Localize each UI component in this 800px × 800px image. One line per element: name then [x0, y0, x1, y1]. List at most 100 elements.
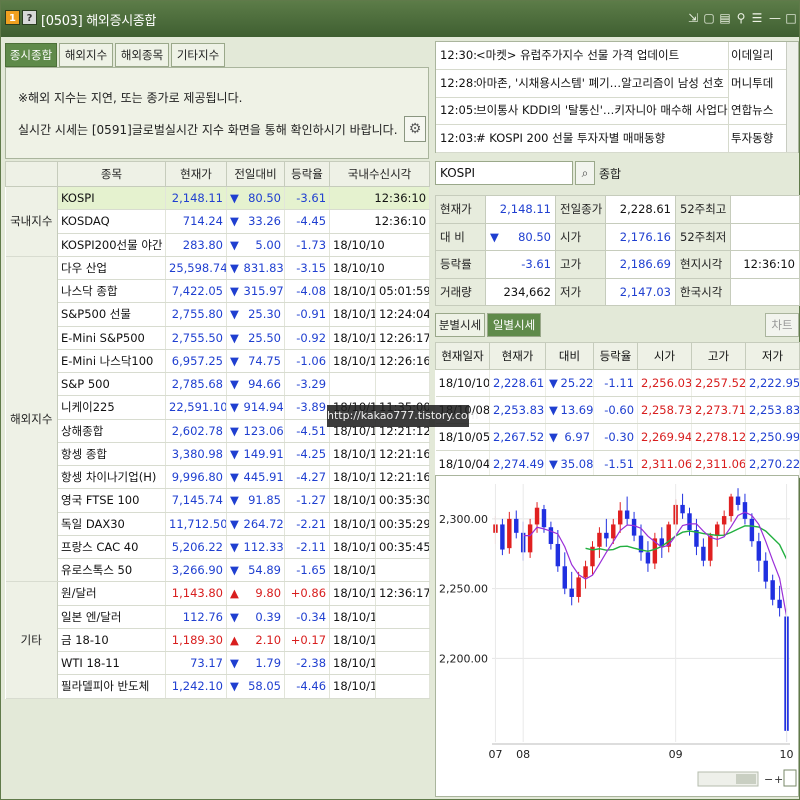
header-rate[interactable]: 등락율	[284, 161, 331, 187]
copy-icon[interactable]: ▢	[701, 10, 717, 26]
news-source: 이데일리	[728, 42, 788, 69]
news-time: 12:30:	[440, 48, 478, 62]
chart-expand-icon[interactable]	[783, 769, 797, 787]
cell-date: 18/10/10	[329, 628, 377, 653]
table-row[interactable]: 유로스톡스 503,266.90▼54.89-1.6518/10/10	[6, 558, 431, 583]
cell-name: 항셍 종합	[57, 442, 166, 467]
daily-header-low[interactable]: 저가	[745, 342, 800, 370]
table-row[interactable]: KOSDAQ 714.24 ▼ 33.26 -4.45 12:36:10	[6, 209, 431, 234]
daily-header-high[interactable]: 고가	[691, 342, 747, 370]
news-item[interactable]: 12:28: 아마존, '시채용시스템' 폐기…알고리즘이 남성 선호 머니투데	[436, 69, 798, 98]
tab-overview[interactable]: 종시종합	[5, 43, 57, 67]
cell-price: 3,380.98	[165, 442, 227, 467]
table-row[interactable]: E-Mini 나스닥1006,957.25▼74.75-1.0618/10/11…	[6, 349, 431, 374]
table-row[interactable]: 기타원/달러1,143.80▲9.80+0.8618/10/1112:36:17	[5, 581, 431, 699]
cell-name: 일본 엔/달러	[57, 605, 166, 629]
daily-row[interactable]: 18/10/04 2,274.49 ▼ 35.08 -1.51 2,311.06 2,311…	[435, 450, 800, 478]
news-item[interactable]: 12:05: 브이통사 KDDI의 '탈통신'…키자니아 매수해 사업다각 연합뉴스	[436, 97, 798, 125]
table-row[interactable]: E-Mini S&P5002,755.50▼25.50-0.9218/10/11…	[6, 326, 431, 350]
arrow-icon: ▲	[226, 628, 241, 653]
cell-name: 상해종합	[57, 419, 166, 443]
cell-time	[375, 605, 431, 629]
header-price[interactable]: 현재가	[165, 161, 227, 187]
quote-value: 2,176.16	[605, 222, 676, 251]
table-row[interactable]: 해외지수 다우 산업 25,598.74 ▼ 831.83 -3.15 18/10/10	[5, 256, 431, 583]
zoom-out-icon[interactable]: −	[764, 773, 773, 786]
daily-row[interactable]: 18/10/05 2,267.52 ▼ 6.97 -0.30 2,269.94 2,278.…	[435, 423, 800, 451]
candle-body	[701, 546, 706, 561]
table-row[interactable]: 항셍 차이나기업(H)9,996.80▼445.91-4.2718/10/111…	[6, 465, 431, 490]
daily-header-change[interactable]: 대비	[544, 342, 595, 370]
cell-date: 18/10/11	[329, 302, 377, 327]
candlestick-chart[interactable]: 2,300.00 2,250.00 2,200.00 07 08 09 10− +	[435, 475, 799, 797]
tab-other-index[interactable]: 기타지수	[171, 43, 225, 67]
maximize-icon[interactable]: □	[783, 10, 799, 26]
table-row[interactable]: 나스닥 종합7,422.05▼315.97-4.0818/10/1105:01:…	[6, 279, 431, 304]
news-source: 투자동향	[728, 124, 788, 152]
market-table: 종목 현재가 전일대비 등락율 국내수신시각 국내지수 KOSPI 2,148.11…	[5, 161, 431, 699]
table-row[interactable]: 독일 DAX3011,712.50▼264.72-2.2118/10/1100:…	[6, 512, 431, 536]
daily-header-date[interactable]: 현재일자	[435, 342, 490, 370]
header-time[interactable]: 국내수신시각	[329, 161, 431, 187]
help-icon[interactable]: ?	[22, 10, 37, 25]
table-row[interactable]: KOSPI200선물 야간 283.80 ▼ 5.00 -1.73 18/10/10	[6, 233, 431, 257]
daily-change: 35.08	[557, 450, 595, 478]
cell-time: 18/10/10	[329, 233, 431, 257]
news-item[interactable]: 12:30: <마켓> 유럽주가지수 선물 가격 업데이트 이데일리	[436, 42, 798, 70]
table-row[interactable]: 필라델피아 반도체1,242.10▼58.05-4.4618/10/10	[6, 674, 431, 699]
news-item[interactable]: 12:03: # KOSPI 200 선물 투자자별 매매동향 투자동향	[436, 124, 798, 153]
candle-body	[728, 496, 734, 517]
candle-body	[617, 510, 623, 525]
daily-header-price[interactable]: 현재가	[489, 342, 546, 370]
tab-foreign-stock[interactable]: 해외종목	[115, 43, 169, 67]
symbol-input[interactable]: KOSPI	[435, 161, 573, 185]
table-row[interactable]: 영국 FTSE 1007,145.74▼91.85-1.2718/10/1100…	[6, 488, 431, 513]
gear-icon[interactable]: ⚙	[404, 116, 426, 142]
table-row[interactable]: 금 18-101,189.30▲2.10+0.1718/10/10	[6, 628, 431, 653]
zoom-in-icon[interactable]: +	[774, 773, 783, 786]
daily-header-open[interactable]: 시가	[637, 342, 693, 370]
tab-daily-quotes[interactable]: 일별시세	[487, 313, 541, 337]
settings-icon[interactable]: ☰	[749, 10, 765, 26]
table-row[interactable]: 일본 엔/달러112.76▼0.39-0.3418/10/10	[6, 605, 431, 629]
minimize-icon[interactable]: —	[767, 10, 783, 26]
candle	[666, 521, 671, 553]
table-row[interactable]: 항셍 종합3,380.98▼149.91-4.2518/10/1112:21:1…	[6, 442, 431, 467]
print-icon[interactable]: ▤	[717, 10, 733, 26]
cell-price: 3,266.90	[165, 558, 227, 583]
cell-change: 315.97	[240, 279, 286, 304]
window-number-badge[interactable]: 1	[5, 10, 20, 25]
chart-button[interactable]: 차트	[765, 313, 799, 337]
cell-name: 프랑스 CAC 40	[57, 535, 166, 560]
daily-date: 18/10/04	[435, 450, 490, 478]
y-tick-label: 2,200.00	[439, 652, 488, 665]
arrow-icon: ▼	[226, 302, 241, 327]
table-row[interactable]: 프랑스 CAC 405,206.22▼112.33-2.1118/10/1100…	[6, 535, 431, 560]
table-row[interactable]: S&P500 선물2,755.80▼25.30-0.9118/10/1112:2…	[6, 302, 431, 327]
cell-rate: -1.06	[284, 349, 331, 374]
y-tick-label: 2,300.00	[439, 513, 488, 526]
tab-minute-quotes[interactable]: 분별시세	[435, 313, 485, 337]
cell-date: 18/10/10	[329, 558, 377, 583]
scroll-thumb[interactable]	[736, 774, 756, 784]
link-icon[interactable]: ⚲	[733, 10, 749, 26]
daily-row[interactable]: 18/10/10 2,228.61 ▼ 25.22 -1.11 2,256.03 2,257…	[435, 369, 800, 397]
restore-icon[interactable]: ⇲	[685, 10, 701, 26]
cell-change: 914.94	[240, 395, 286, 420]
quote-value: 234,662	[485, 277, 556, 306]
quote-label: 52주최고	[675, 195, 731, 224]
candle-body	[562, 566, 567, 589]
app-window: 1 ? [0503] 해외증시종합 ⇲ ▢ ▤ ⚲ ☰ — □ 종시종합 해외지수 해외종목…	[0, 0, 800, 800]
cell-change: 25.30	[240, 302, 286, 327]
table-row[interactable]: 국내지수 KOSPI 2,148.11 ▼ 80.50 -3.61 12:36:10	[5, 186, 431, 257]
tab-foreign-index[interactable]: 해외지수	[59, 43, 113, 67]
news-scrollbar[interactable]	[786, 42, 798, 152]
daily-header-rate[interactable]: 등락율	[593, 342, 639, 370]
header-name[interactable]: 종목	[57, 161, 166, 187]
header-change[interactable]: 전일대비	[225, 161, 286, 187]
cell-rate: -0.91	[284, 302, 331, 327]
daily-row[interactable]: 18/10/082,253.83▼13.69-0.602,258.732,273…	[435, 396, 800, 424]
table-row[interactable]: S&P 500 2,785.68 ▼ 94.66 -3.29	[6, 372, 431, 397]
search-icon[interactable]: ⌕	[575, 161, 595, 185]
table-row[interactable]: WTI 18-1173.17▼1.79-2.3818/10/10	[6, 651, 431, 676]
